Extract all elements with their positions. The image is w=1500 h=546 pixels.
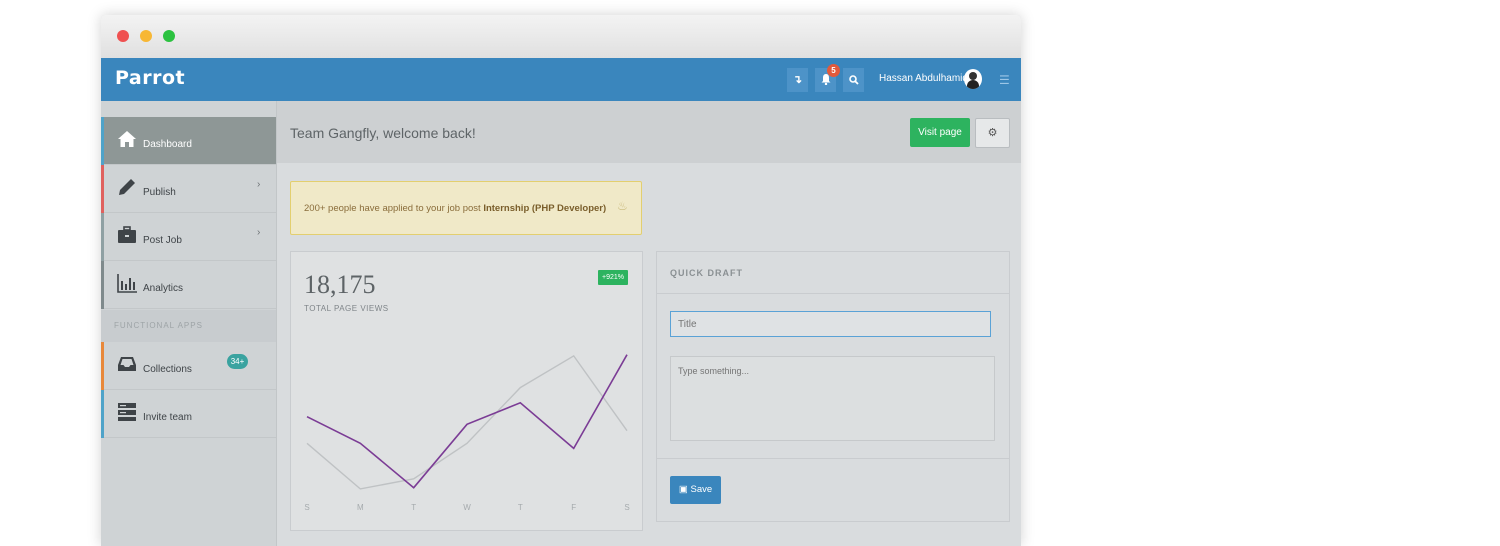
page-views-chart: SMTWTFS (304, 354, 630, 512)
sort-button[interactable]: ↴ (787, 68, 808, 92)
job-alert: 200+ people have applied to your job pos… (290, 181, 642, 235)
sidebar-item-label: Invite team (143, 412, 192, 423)
sort-icon: ↴ (792, 74, 803, 86)
x-tick-label: W (463, 503, 471, 512)
sidebar-item-post-job[interactable]: Post Job › (101, 213, 276, 261)
sidebar-item-label: Dashboard (143, 139, 192, 150)
x-tick-label: M (357, 503, 364, 512)
bar-chart-icon (117, 274, 137, 293)
sidebar-item-label: Post Job (143, 235, 182, 246)
brand-logo[interactable]: Parrot (115, 67, 185, 89)
page-views-total: 18,175 (304, 270, 376, 299)
x-tick-label: S (624, 503, 629, 512)
gear-icon: ⚙ (987, 127, 998, 139)
menu-icon[interactable]: ☰ (999, 73, 1010, 87)
minimize-window-button[interactable] (140, 30, 152, 42)
page-header: Team Gangfly, welcome back! Visit page ⚙ (277, 101, 1021, 163)
server-icon (118, 403, 136, 421)
sidebar-item-publish[interactable]: Publish › (101, 165, 276, 213)
sidebar-item-collections[interactable]: Collections 34+ (101, 342, 276, 390)
visit-page-button[interactable]: Visit page (910, 118, 970, 147)
draft-body-input[interactable] (670, 356, 995, 441)
pencil-icon (119, 179, 135, 195)
sidebar-item-label: Collections (143, 364, 192, 375)
draft-title-input[interactable] (670, 311, 991, 337)
chevron-right-icon: › (257, 227, 261, 238)
main-content: Team Gangfly, welcome back! Visit page ⚙… (277, 101, 1021, 546)
page-views-card: 18,175 TOTAL PAGE VIEWS +921% S M T W T F S (290, 251, 643, 531)
sidebar-item-analytics[interactable]: Analytics (101, 261, 276, 309)
page-title: Team Gangfly, welcome back! (290, 125, 476, 141)
close-icon[interactable]: ♨ (617, 199, 628, 213)
quick-draft-title: QUICK DRAFT (670, 268, 743, 278)
save-button[interactable]: ▣ Save (670, 476, 721, 504)
sidebar: Dashboard Publish › Post Job › Analytics… (101, 101, 277, 546)
sidebar-item-label: Publish (143, 187, 176, 198)
change-badge: +921% (598, 270, 628, 285)
user-name[interactable]: Hassan Abdulhamid (879, 73, 968, 84)
notifications-button[interactable]: 5 (815, 64, 840, 92)
sidebar-item-label: Analytics (143, 283, 184, 294)
user-avatar[interactable] (964, 69, 982, 89)
settings-button[interactable]: ⚙ (975, 118, 1010, 148)
sidebar-item-dashboard[interactable]: Dashboard (101, 117, 276, 165)
x-tick-label: T (411, 503, 416, 512)
sidebar-item-invite-team[interactable]: Invite team (101, 390, 276, 438)
x-tick-label: S (304, 503, 309, 512)
page-views-label: TOTAL PAGE VIEWS (304, 304, 389, 313)
top-navbar: Parrot ↴ 5 Hassan Abdulhamid ☰ (101, 58, 1021, 101)
series-line-2 (306, 354, 628, 489)
floppy-disk-icon: ▣ (678, 484, 688, 495)
quick-draft-card: QUICK DRAFT ▣ Save (656, 251, 1010, 522)
inbox-icon (118, 357, 136, 371)
x-tick-label: F (571, 503, 576, 512)
sidebar-section-heading: FUNCTIONAL APPS (101, 310, 276, 342)
browser-window: Parrot ↴ 5 Hassan Abdulhamid ☰ Dashboard… (101, 15, 1021, 546)
series-line-1 (306, 354, 628, 490)
chevron-right-icon: › (257, 179, 261, 190)
collections-count-badge: 34+ (227, 354, 248, 369)
alert-text: 200+ people have applied to your job pos… (304, 203, 607, 214)
window-titlebar (101, 15, 1021, 58)
maximize-window-button[interactable] (163, 30, 175, 42)
search-button[interactable] (843, 68, 864, 92)
alert-job-title: Internship (PHP Developer) (483, 203, 607, 214)
briefcase-icon (118, 226, 136, 243)
close-window-button[interactable] (117, 30, 129, 42)
x-tick-label: T (518, 503, 523, 512)
home-icon (118, 131, 136, 147)
search-icon (848, 75, 859, 85)
notification-badge: 5 (827, 64, 840, 77)
